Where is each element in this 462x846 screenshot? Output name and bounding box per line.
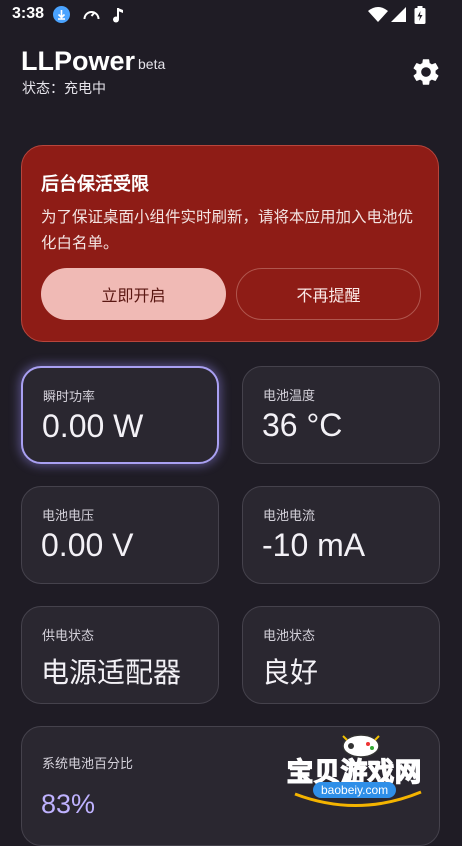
status-time: 3:38 [12,5,45,22]
dont-remind-button[interactable]: 不再提醒 [236,268,421,320]
card-value: 电源适配器 [41,656,182,689]
warning-title: 后台保活受限 [41,174,149,195]
battery-temperature-card[interactable]: 电池温度 36 °C [242,366,440,464]
gauge-icon [82,6,101,27]
card-value: 0.00 W [42,408,144,444]
battery-voltage-card[interactable]: 电池电压 0.00 V [21,486,219,584]
settings-button[interactable] [410,56,442,88]
wifi-icon [368,6,388,27]
battery-health-card[interactable]: 电池状态 良好 [242,606,440,704]
background-restriction-card: 后台保活受限 为了保证桌面小组件实时刷新，请将本应用加入电池优化白名单。 立即开… [21,145,439,342]
watermark-url: baobeiy.com [313,782,397,798]
app-title: LLPower [21,46,136,76]
power-supply-card[interactable]: 供电状态 电源适配器 [21,606,219,704]
card-value: 36 °C [262,407,343,443]
enable-now-button[interactable]: 立即开启 [41,268,226,320]
instant-power-card[interactable]: 瞬时功率 0.00 W [21,366,219,464]
card-label: 电池电压 [42,509,95,524]
battery-charging-icon [414,6,426,28]
battery-current-card[interactable]: 电池电流 -10 mA [242,486,440,584]
card-label: 系统电池百分比 [42,757,134,772]
music-note-icon [112,6,126,28]
download-icon [53,6,70,23]
card-label: 瞬时功率 [43,390,96,405]
card-label: 电池状态 [263,629,316,644]
watermark: 宝贝游戏网 baobeiy.com [285,730,435,818]
card-label: 电池电流 [263,509,316,524]
card-value: 0.00 V [41,527,134,563]
card-value: -10 mA [262,527,366,563]
beta-badge: beta [138,56,166,72]
status-bar: 3:38 [0,0,462,30]
card-label: 电池温度 [263,389,316,404]
card-label: 供电状态 [42,629,95,644]
battery-percentage-value: 83% [41,789,96,819]
card-value: 良好 [262,656,319,689]
gear-icon [413,59,439,85]
charging-status: 状态：充电中 [22,81,106,97]
warning-description: 为了保证桌面小组件实时刷新，请将本应用加入电池优化白名单。 [41,208,414,252]
signal-icon [391,6,407,27]
